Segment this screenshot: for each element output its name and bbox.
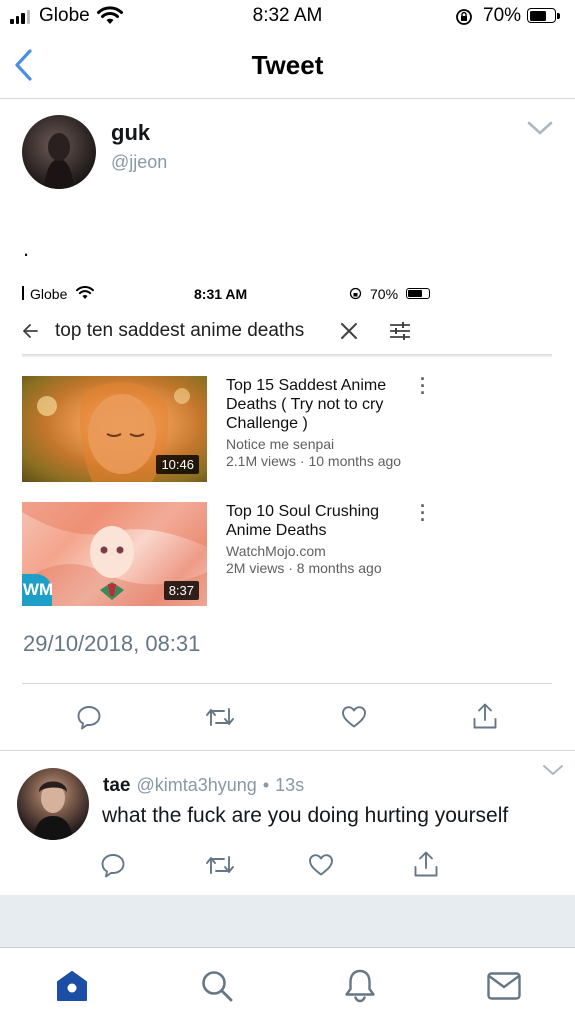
tweet-timestamp: 29/10/2018, 08:31: [23, 631, 201, 656]
inner-signal-icon: [22, 286, 24, 300]
reply-icon[interactable]: [76, 704, 102, 730]
avatar[interactable]: [22, 115, 96, 189]
inner-search-query: top ten saddest anime deaths: [55, 320, 305, 341]
video-more-icon: · · ·: [420, 369, 426, 403]
reply-like-icon[interactable]: [308, 853, 334, 877]
video-duration: 10:46: [156, 455, 199, 474]
inner-wifi-icon: [76, 286, 94, 299]
reply-reply-icon[interactable]: [100, 852, 126, 878]
empty-timeline-area: [0, 895, 575, 947]
share-icon[interactable]: [472, 702, 498, 730]
battery-icon: [527, 8, 556, 23]
chevron-down-icon[interactable]: [527, 120, 553, 136]
search-icon[interactable]: [200, 969, 234, 1003]
inner-orientation-lock-icon: [349, 287, 362, 300]
video-stats: 2.1M views · 10 months ago: [226, 453, 402, 469]
inner-carrier: Globe: [30, 286, 68, 302]
home-icon[interactable]: [55, 969, 89, 1003]
video-title-line: Deaths ( Try not to cry: [226, 396, 384, 413]
messages-icon[interactable]: [486, 970, 522, 1002]
reply-divider: [0, 750, 575, 751]
inner-battery-percent: 70%: [370, 286, 399, 302]
inner-search-divider: [22, 354, 552, 358]
reply-avatar[interactable]: [17, 768, 89, 840]
avatar-silhouette: [44, 133, 74, 189]
reply-share-icon[interactable]: [413, 850, 439, 878]
author-handle[interactable]: @jjeon: [111, 152, 167, 173]
video-title-line: Top 10 Soul Crushing: [226, 503, 379, 520]
orientation-lock-icon: [456, 9, 472, 25]
reply-age: 13s: [275, 775, 305, 795]
inner-filter-icon: [390, 322, 410, 340]
nav-divider: [0, 98, 575, 99]
battery-tip: [557, 13, 560, 19]
retweet-icon[interactable]: [204, 705, 236, 729]
video-more-icon: · · ·: [420, 496, 426, 530]
video-stats: 2M views · 8 months ago: [226, 560, 382, 576]
reply-retweet-icon[interactable]: [204, 853, 236, 877]
video-channel: WatchMojo.com: [226, 543, 326, 559]
reply-separator: •: [262, 775, 270, 795]
battery-level: [529, 10, 547, 21]
tab-bar-divider: [0, 947, 575, 948]
inner-clear-icon: [341, 323, 357, 339]
tweet-media-image[interactable]: Globe 8:31 AM 70% top ten saddest anime …: [22, 282, 552, 612]
reply-author-handle[interactable]: @kimta3hyung: [136, 775, 256, 796]
video-duration: 8:37: [163, 581, 199, 600]
inner-battery-icon: [406, 288, 430, 299]
video-title-line: Top 15 Saddest Anime: [226, 377, 387, 394]
page-title: Tweet: [251, 50, 324, 80]
video-channel: Notice me senpai: [226, 436, 335, 452]
author-name[interactable]: guk: [111, 120, 150, 146]
tweet-text: .: [23, 236, 30, 261]
like-icon[interactable]: [341, 705, 367, 729]
reply-chevron-down-icon[interactable]: [541, 763, 565, 777]
reply-header: tae @kimta3hyung • 13s: [103, 775, 304, 797]
notifications-icon[interactable]: [343, 967, 377, 1003]
inner-time: 8:31 AM: [194, 286, 248, 302]
video-title-line: Anime Deaths: [226, 522, 327, 539]
video-thumbnail: WM 8:37: [22, 502, 207, 606]
timestamp-divider: [22, 683, 552, 684]
battery-percent: 70%: [483, 5, 522, 26]
reply-avatar-silhouette: [33, 781, 73, 840]
video-thumbnail: 10:46: [22, 376, 207, 482]
reply-author-name[interactable]: tae: [103, 775, 130, 797]
watchmojo-logo: WM: [22, 574, 53, 606]
video-title-line: Challenge ): [226, 415, 308, 432]
reply-text: what the fuck are you doing hurting your…: [102, 804, 509, 827]
inner-back-arrow-icon: [23, 324, 38, 338]
